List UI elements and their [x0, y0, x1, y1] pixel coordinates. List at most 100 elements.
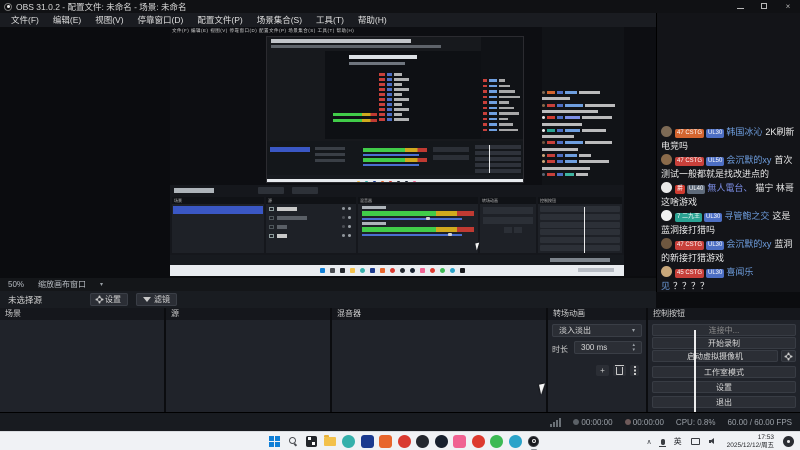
transition-menu-button[interactable] [630, 365, 639, 376]
duration-label: 时长 [552, 345, 568, 354]
cpu-usage: CPU: 0.8% [675, 417, 716, 427]
desktop: OBS 31.0.2 - 配置文件: 未命名 - 场景: 未命名 × 文件(F)… [0, 0, 800, 450]
sources-dock-title: 源 [166, 308, 330, 320]
taskbar-icon-wechat[interactable] [490, 434, 503, 448]
taskbar-icon-app-dark[interactable] [416, 434, 429, 448]
taskbar-icon-bilibili[interactable] [453, 434, 466, 448]
overlay-window-edge-artifact [694, 330, 696, 412]
remove-transition-button[interactable] [613, 364, 626, 376]
taskbar-icon-windows-start[interactable] [268, 435, 281, 448]
avatar [661, 126, 672, 137]
fan-badge: UL30 [706, 241, 725, 250]
avatar [661, 154, 672, 165]
fan-badge: 47 CSTG [675, 241, 705, 250]
spinner-arrows-icon[interactable]: ▴ ▾ [632, 342, 635, 353]
filter-icon [143, 297, 151, 302]
mixer-dock-title: 混音器 [332, 308, 546, 320]
maximize-button[interactable] [752, 2, 776, 11]
controls-dock-title: 控制按钮 [648, 308, 800, 320]
chat-username: 無人電台、 [707, 183, 753, 193]
tray-chevron-icon[interactable]: ∧ [647, 438, 652, 446]
chevron-down-icon: ▾ [100, 282, 104, 288]
fan-badge: 45 CSTG [675, 269, 705, 278]
chat-panel[interactable]: 47 CSTG UL30 韩国冰沁 2K刷新电竞吗 47 CSTG UL50 会沉默的xy 首… [656, 13, 800, 292]
taskbar-icon-file-explorer[interactable] [324, 434, 337, 448]
menu-item-0[interactable]: 文件(F) [4, 14, 46, 26]
control-button-4[interactable]: 设置 [652, 381, 796, 393]
control-button-5[interactable]: 退出 [652, 396, 796, 408]
source-toolbar: 未选择源 设置 滤镜 [0, 291, 656, 308]
fan-badge: 47 CSTG [675, 157, 705, 166]
menu-item-6[interactable]: 工具(T) [309, 14, 351, 26]
clock[interactable]: 17:53 2025/12/12/周五 [727, 434, 774, 449]
source-filters-button[interactable]: 滤镜 [136, 293, 177, 306]
taskbar-icon-app-orange[interactable] [379, 434, 392, 448]
add-transition-button[interactable]: + [596, 365, 609, 376]
obs-titlebar[interactable]: OBS 31.0.2 - 配置文件: 未命名 - 场景: 未命名 × [0, 0, 800, 13]
speaker-tray-icon[interactable] [708, 438, 718, 446]
chat-message: 45 CSTG UL30 喜闻乐见？？？？ [661, 266, 796, 292]
control-button-0[interactable]: 连接中... [652, 324, 796, 336]
transitions-dock: 转场动画 淡入淡出 ▾ 时长 300 ms ▴ ▾ + [548, 308, 646, 412]
nested-capture-level3 [325, 51, 481, 139]
record-time: 00:00:00 [632, 417, 664, 427]
captured-menu-text: 文件(F) 编辑(E) 视图(V) 停靠窗口(D) 配置文件(P) 场景集合(S… [172, 28, 355, 33]
fan-badge: UL30 [704, 213, 723, 222]
taskbar-icon-search[interactable] [287, 435, 300, 448]
microphone-tray-icon[interactable] [659, 438, 667, 447]
mixer-dock: 混音器 麦克风/Aux-10.4 dB-60-55-50-45-40-35-30… [332, 308, 546, 412]
menu-item-7[interactable]: 帮助(H) [351, 14, 394, 26]
taskbar-icon-app-red[interactable] [397, 434, 411, 448]
obs-logo-icon [4, 2, 12, 11]
zoom-mode-dropdown[interactable]: 缩放画布窗口 ▾ [38, 279, 103, 290]
chat-message: 爵 UL40 無人電台、 猫宁 林哥 这啥游戏 [661, 182, 796, 209]
sources-dock: 源 窗口采集视频采集设备图像桌面 +∧∨ [166, 308, 330, 412]
ime-indicator[interactable]: 英 [674, 436, 682, 447]
gear-icon [97, 297, 102, 302]
chat-text: ？？？？ [673, 280, 710, 291]
virtual-camera-settings-button[interactable] [781, 350, 796, 362]
status-bar: 00:00:00 00:00:00 CPU: 0.8% 60.00 / 60.0… [0, 412, 800, 431]
chat-username: 寻管鲍之交 [724, 211, 770, 221]
transition-select[interactable]: 淡入淡出 ▾ [552, 324, 642, 337]
taskbar-icon-edge-browser[interactable] [342, 434, 355, 448]
source-settings-button[interactable]: 设置 [90, 293, 128, 306]
menu-item-5[interactable]: 场景集合(S) [250, 14, 309, 26]
chat-username: 会沉默的xy [726, 239, 772, 249]
stream-time: 00:00:00 [581, 417, 613, 427]
control-button-2[interactable]: 启动虚拟摄像机 [652, 350, 778, 362]
chat-message: 7 二九王 UL30 寻管鲍之交 这是蓝洞接打猎吗 [661, 210, 796, 237]
menu-item-1[interactable]: 编辑(E) [46, 14, 88, 26]
taskbar-icon-netease-music[interactable] [471, 434, 485, 448]
display-tray-icon[interactable] [690, 438, 700, 445]
taskbar-icon-app-teal[interactable] [508, 434, 522, 448]
captured-statusbar [170, 255, 624, 265]
taskbar-icon-obs-studio[interactable] [527, 435, 540, 448]
menu-bar: 文件(F) 编辑(E) 视图(V) 停靠窗口(D) 配置文件(P) 场景集合(S) 工具(T… [0, 13, 656, 27]
menu-item-2[interactable]: 视图(V) [88, 14, 130, 26]
taskbar-icon-app-navy[interactable] [360, 434, 374, 448]
transitions-dock-title: 转场动画 [548, 308, 646, 320]
preview-canvas[interactable]: 文件(F) 编辑(E) 视图(V) 停靠窗口(D) 配置文件(P) 场景集合(S… [170, 27, 656, 276]
stream-status-icon [573, 418, 580, 425]
fan-badge: 爵 [675, 185, 686, 194]
taskbar-icon-task-view[interactable] [305, 435, 318, 448]
scenes-dock: 场景 场景 +∧∨ [0, 308, 164, 412]
selected-source-status: 未选择源 [8, 294, 43, 305]
captured-chat-messages [542, 91, 624, 185]
control-button-3[interactable]: 工作室模式 [652, 366, 796, 378]
taskbar-icon-steam[interactable] [434, 434, 448, 448]
chevron-down-icon: ▾ [631, 328, 635, 334]
close-button[interactable]: × [776, 2, 800, 11]
notification-bell-icon[interactable] [783, 436, 794, 447]
control-button-1[interactable]: 开始录制 [652, 337, 796, 349]
zoom-level: 50% [8, 280, 25, 289]
menu-item-4[interactable]: 配置文件(P) [190, 14, 249, 26]
fan-badge: 47 CSTG [675, 129, 705, 138]
record-status-icon [624, 418, 631, 425]
fan-badge: UL50 [706, 157, 725, 166]
minimize-button[interactable] [728, 2, 752, 11]
chat-username: 韩国冰沁 [726, 127, 763, 137]
menu-item-3[interactable]: 停靠窗口(D) [131, 14, 191, 26]
duration-spinbox[interactable]: 300 ms ▴ ▾ [574, 341, 642, 354]
